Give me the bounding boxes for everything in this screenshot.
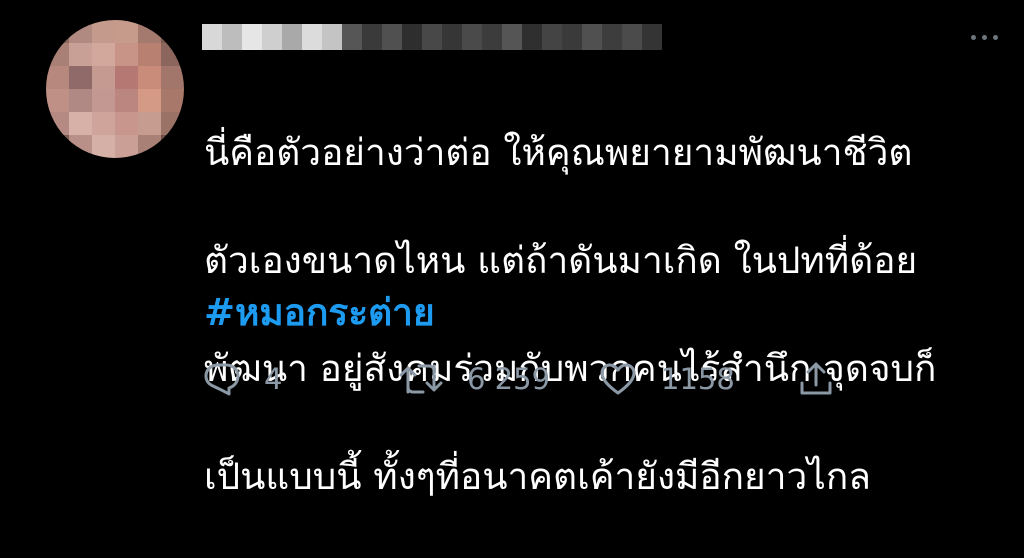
heart-icon: [600, 363, 636, 395]
like-button[interactable]: 1158: [599, 362, 799, 396]
tweet-text-line: ตัวเองขนาดไหน แต่ถ้าดันมาเกิด ในปทที่ด้อ…: [204, 239, 918, 282]
like-count: 1158: [661, 362, 735, 396]
tweet-text-line: เป็นแบบนี้ ทั้งๆที่อนาคตเค้ายังมีอีกยาวไ…: [204, 455, 871, 498]
more-dot: [971, 34, 976, 40]
retweet-button[interactable]: 6 259: [399, 362, 599, 396]
reply-count: 4: [264, 362, 283, 396]
share-icon: [800, 362, 832, 395]
share-button[interactable]: [799, 361, 833, 397]
avatar[interactable]: [46, 20, 184, 158]
more-dot: [993, 34, 998, 40]
tweet-header: [202, 22, 662, 52]
more-dot: [982, 34, 987, 40]
retweet-count: 6 259: [467, 362, 551, 396]
reply-icon: [204, 363, 240, 396]
hashtag-link[interactable]: #หมอกระต่าย: [204, 286, 435, 340]
author-name-redacted[interactable]: [202, 24, 662, 50]
retweet-icon: [399, 364, 443, 394]
reply-button[interactable]: 4: [204, 362, 399, 396]
tweet-actions: 4 6 259 1158: [204, 355, 864, 403]
tweet-text-line: นี่คือตัวอย่างว่าต่อ ให้คุณพยายามพัฒนาชี…: [204, 131, 913, 174]
more-options-icon[interactable]: [971, 22, 998, 52]
